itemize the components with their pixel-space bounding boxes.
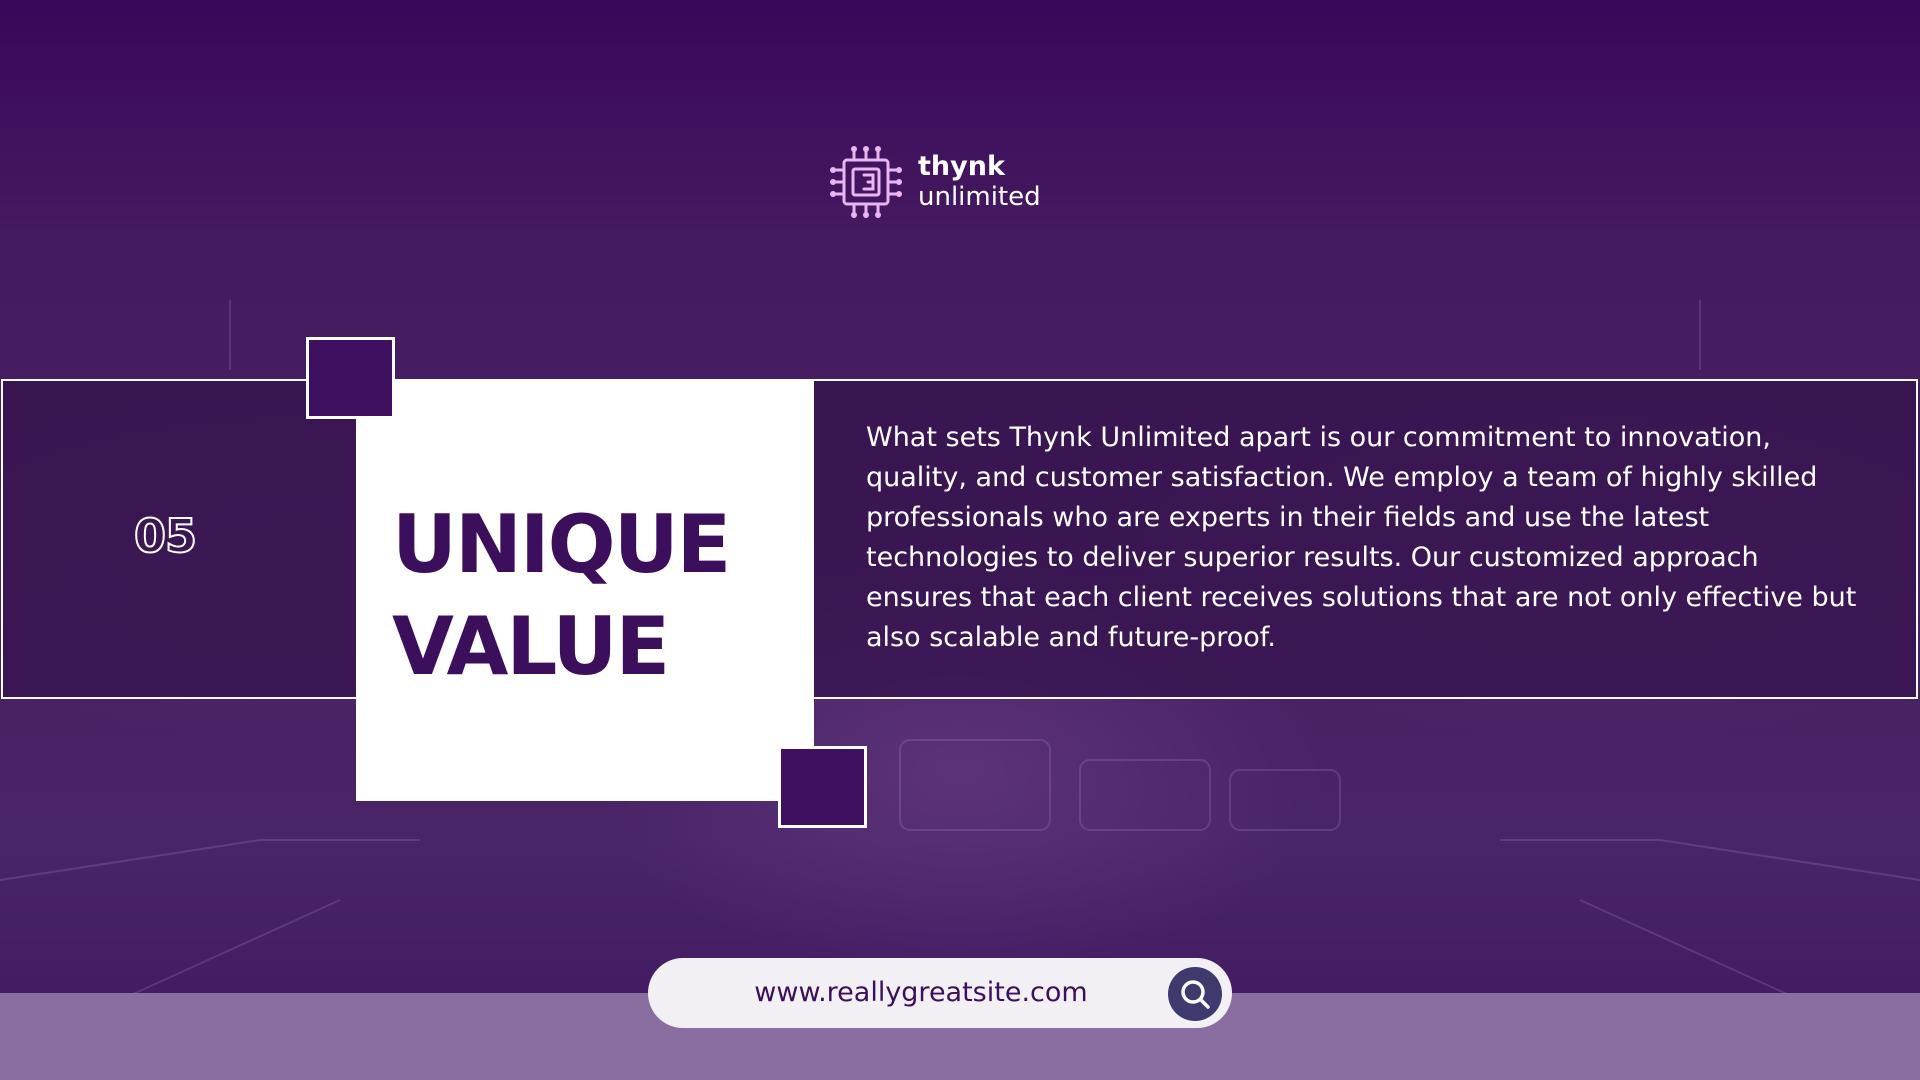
search-icon — [1181, 980, 1210, 1009]
section-title-line2: VALUE — [392, 600, 670, 693]
decor-square-bottom — [778, 746, 867, 828]
brand-name: thynk unlimited — [918, 151, 1041, 213]
brand-name-line2: unlimited — [918, 182, 1041, 212]
section-title: UNIQUE VALUE — [392, 494, 731, 698]
brand-name-line1: thynk — [918, 151, 1005, 182]
brand-logo: thynk unlimited — [828, 144, 1041, 220]
search-button[interactable] — [1168, 967, 1222, 1021]
microchip-icon — [830, 146, 902, 218]
website-url[interactable]: www.reallygreatsite.com — [726, 958, 1116, 1028]
section-number: 05 — [133, 508, 198, 564]
website-search-bar[interactable]: www.reallygreatsite.com — [648, 958, 1232, 1028]
section-description: What sets Thynk Unlimited apart is our c… — [866, 422, 1857, 653]
decor-square-top — [306, 337, 395, 419]
section-title-line1: UNIQUE — [392, 498, 731, 591]
